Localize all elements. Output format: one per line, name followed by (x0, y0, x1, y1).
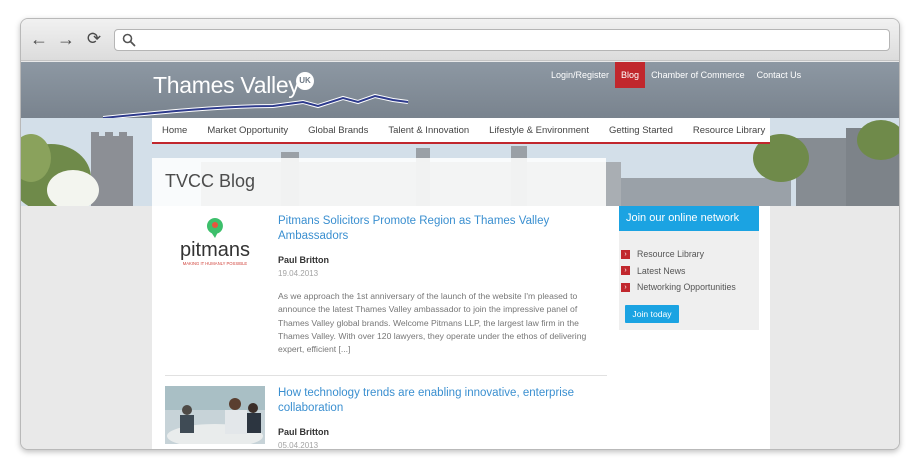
post-author: Paul Britton (278, 427, 329, 437)
main-navigation: Home Market Opportunity Global Brands Ta… (152, 118, 770, 144)
site-header: Thames Valley UK Login/Register Blog Cha… (21, 62, 899, 120)
top-link-blog[interactable]: Blog (615, 62, 646, 88)
reload-icon[interactable]: ⟳ (84, 29, 104, 49)
page-title-box: TVCC Blog (152, 158, 606, 206)
nav-resource-library[interactable]: Resource Library (683, 125, 775, 136)
sidebar-item-resource-library[interactable]: › Resource Library (619, 246, 759, 263)
sidebar-item-networking[interactable]: › Networking Opportunities (619, 279, 759, 296)
top-link-login[interactable]: Login/Register (545, 62, 615, 88)
nav-market-opportunity[interactable]: Market Opportunity (197, 125, 298, 136)
logo-swoosh-icon (103, 93, 409, 120)
top-link-chamber[interactable]: Chamber of Commerce (645, 62, 751, 88)
sidebar-list: › Resource Library › Latest News › Netwo… (619, 246, 759, 296)
office-meeting-photo[interactable] (165, 386, 265, 444)
nav-global-brands[interactable]: Global Brands (298, 125, 378, 136)
sidebar-item-latest-news[interactable]: › Latest News (619, 263, 759, 280)
sidebar-item-label: Resource Library (637, 249, 704, 260)
sidebar-item-label: Networking Opportunities (637, 282, 736, 293)
pitmans-logo-image[interactable]: pitmans MAKING IT HUMANLY POSSIBLE (165, 214, 265, 272)
chevron-right-icon: › (621, 249, 630, 259)
forward-arrow-icon[interactable]: → (56, 29, 76, 49)
post-date: 05.04.2013 (278, 441, 319, 450)
web-page: Thames Valley UK Login/Register Blog Cha… (21, 62, 899, 450)
chevron-right-icon: › (621, 266, 630, 276)
post-author: Paul Britton (278, 255, 329, 265)
chevron-right-icon: › (621, 282, 630, 292)
top-links: Login/Register Blog Chamber of Commerce … (545, 62, 807, 88)
browser-window: ← → ⟳ Thames Valley UK Login/Register Bl… (20, 18, 900, 450)
page-title: TVCC Blog (165, 171, 256, 191)
browser-toolbar: ← → ⟳ (21, 19, 899, 61)
post-divider (165, 375, 607, 376)
site-logo[interactable]: Thames Valley UK (103, 66, 423, 120)
sidebar-heading: Join our online network (619, 206, 759, 231)
nav-getting-started[interactable]: Getting Started (599, 125, 683, 136)
nav-home[interactable]: Home (152, 125, 197, 136)
address-bar[interactable] (114, 29, 890, 51)
sidebar-item-label: Latest News (637, 265, 686, 276)
post-title-link[interactable]: How technology trends are enabling innov… (278, 386, 608, 416)
logo-uk-badge: UK (296, 72, 314, 90)
post-date: 19.04.2013 (278, 269, 319, 278)
back-arrow-icon[interactable]: ← (29, 29, 49, 49)
svg-text:MAKING IT HUMANLY POSSIBLE: MAKING IT HUMANLY POSSIBLE (183, 261, 248, 266)
search-icon (122, 33, 136, 47)
join-today-button[interactable]: Join today (625, 305, 679, 323)
svg-text:pitmans: pitmans (180, 239, 250, 261)
post-title-link[interactable]: Pitmans Solicitors Promote Region as Tha… (278, 214, 608, 244)
nav-talent-innovation[interactable]: Talent & Innovation (378, 125, 479, 136)
nav-lifestyle-environment[interactable]: Lifestyle & Environment (479, 125, 599, 136)
post-excerpt: As we approach the 1st anniversary of th… (278, 291, 587, 355)
top-link-contact[interactable]: Contact Us (751, 62, 808, 88)
